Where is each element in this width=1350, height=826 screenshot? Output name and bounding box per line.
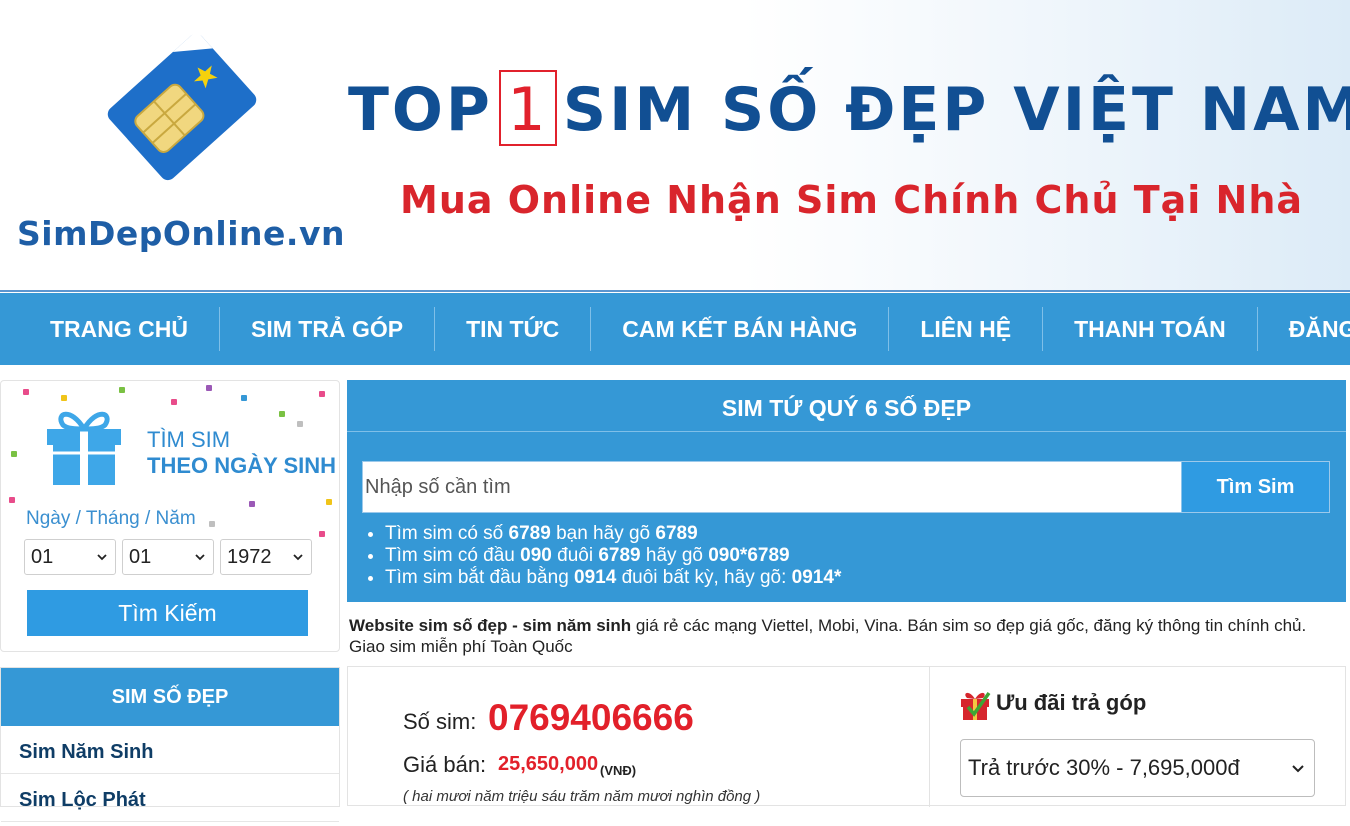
search-sim-button[interactable]: Tìm Sim xyxy=(1181,462,1329,512)
installment-offer-title: Ưu đãi trả góp xyxy=(996,690,1147,715)
category-panel: SIM SỐ ĐẸP Sim Năm Sinh Sim Lộc Phát xyxy=(0,667,340,822)
birth-search-button[interactable]: Tìm Kiếm xyxy=(27,590,308,636)
list-item: Tìm sim có đầu 090 đuôi 6789 hãy gõ 090*… xyxy=(385,545,841,567)
day-select-value: 01 xyxy=(31,546,54,568)
list-item: Tìm sim bắt đầu bằng 0914 đuôi bất kỳ, h… xyxy=(385,567,841,589)
banner-tagline: Mua Online Nhận Sim Chính Chủ Tại Nhà xyxy=(400,178,1304,222)
main-search-panel: SIM TỨ QUÝ 6 SỐ ĐẸP Tìm Sim Tìm sim có s… xyxy=(347,380,1346,602)
column-divider xyxy=(929,667,930,807)
page-title: SIM TỨ QUÝ 6 SỐ ĐẸP xyxy=(347,380,1346,432)
chevron-down-icon xyxy=(97,554,107,561)
sim-detail-panel: Số sim: 0769406666 Giá bán: 25,650,000 (… xyxy=(347,666,1346,807)
birth-search-subtitle: THEO NGÀY SINH xyxy=(147,453,337,478)
site-intro-text: Website sim số đẹp - sim năm sinh giá rẻ… xyxy=(349,615,1339,657)
birth-date-search-panel: TÌM SIM THEO NGÀY SINH Ngày / Tháng / Nă… xyxy=(0,380,340,652)
search-tips-list: Tìm sim có số 6789 bạn hãy gõ 6789 Tìm s… xyxy=(385,523,841,589)
headline-text: SIM SỐ ĐẸP VIỆT NAM xyxy=(562,75,1350,145)
month-select-value: 01 xyxy=(129,546,152,568)
birth-search-title: TÌM SIM xyxy=(147,427,231,452)
installment-plan-select[interactable]: Trả trước 30% - 7,695,000đ xyxy=(960,739,1315,797)
nav-item-installment[interactable]: SIM TRẢ GÓP xyxy=(220,307,436,351)
price-in-words: ( hai mươi năm triệu sáu trăm năm mươi n… xyxy=(403,788,761,805)
price-unit: (VNĐ) xyxy=(600,763,637,778)
banner-headline: TOP 1 SIM SỐ ĐẸP VIỆT NAM xyxy=(348,70,1350,150)
year-select[interactable]: 1972 xyxy=(220,539,312,575)
nav-item-contact[interactable]: LIÊN HỆ xyxy=(889,307,1044,351)
day-select[interactable]: 01 xyxy=(24,539,116,575)
chevron-down-icon xyxy=(293,554,303,561)
main-nav: TRANG CHỦ SIM TRẢ GÓP TIN TỨC CAM KẾT BÁ… xyxy=(0,293,1350,365)
intro-bold: Website sim số đẹp - sim năm sinh xyxy=(349,616,632,635)
nav-item-payment[interactable]: THANH TOÁN xyxy=(1043,307,1258,351)
number-search-input[interactable] xyxy=(363,462,1182,512)
category-item-birth-year[interactable]: Sim Năm Sinh xyxy=(1,726,339,774)
sim-card-icon xyxy=(107,32,257,181)
headline-number-badge: 1 xyxy=(498,70,557,146)
list-item: Tìm sim có số 6789 bạn hãy gõ 6789 xyxy=(385,523,841,545)
nav-item-register[interactable]: ĐĂNG KÝ xyxy=(1258,307,1350,351)
price-label: Giá bán: xyxy=(403,752,487,777)
nav-item-news[interactable]: TIN TỨC xyxy=(435,307,592,351)
year-select-value: 1972 xyxy=(227,546,272,568)
sim-number-value: 0769406666 xyxy=(488,697,694,738)
sim-number-label: Số sim: xyxy=(403,709,477,734)
site-name-logo[interactable]: SimDepOnline.vn xyxy=(17,214,345,253)
banner-divider xyxy=(0,290,1350,292)
month-select[interactable]: 01 xyxy=(122,539,214,575)
number-search-bar: Tìm Sim xyxy=(362,461,1330,513)
site-banner: SimDepOnline.vn TOP 1 SIM SỐ ĐẸP VIỆT NAM … xyxy=(0,0,1350,292)
nav-item-commitment[interactable]: CAM KẾT BÁN HÀNG xyxy=(591,307,890,351)
installment-plan-value: Trả trước 30% - 7,695,000đ xyxy=(968,755,1240,780)
gift-icon xyxy=(47,411,121,485)
chevron-down-icon xyxy=(195,554,205,561)
category-item-loc-phat[interactable]: Sim Lộc Phát xyxy=(1,774,339,822)
category-heading: SIM SỐ ĐẸP xyxy=(1,668,339,726)
gift-offer-icon xyxy=(961,691,991,720)
chevron-down-icon xyxy=(1292,765,1304,773)
date-format-label: Ngày / Tháng / Năm xyxy=(26,508,196,529)
nav-item-home[interactable]: TRANG CHỦ xyxy=(0,307,220,351)
headline-top: TOP xyxy=(348,75,493,145)
price-value: 25,650,000 xyxy=(498,753,599,775)
